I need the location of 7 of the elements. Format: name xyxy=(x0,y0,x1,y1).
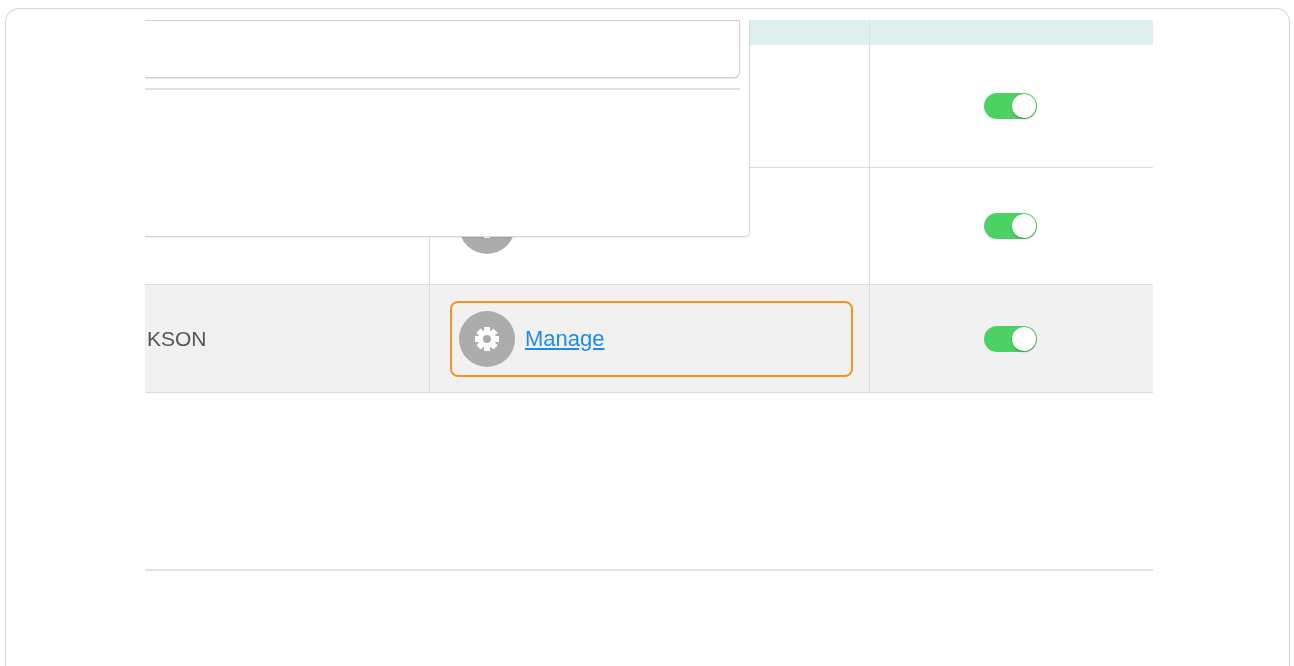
toggle-switch[interactable] xyxy=(984,213,1037,239)
gear-icon[interactable] xyxy=(459,310,515,367)
user-name: KSON xyxy=(146,326,207,351)
search-field[interactable] xyxy=(145,20,740,78)
toggle-switch[interactable] xyxy=(984,93,1037,119)
toggle-switch[interactable] xyxy=(984,325,1037,352)
manage-link[interactable]: Manage xyxy=(525,325,605,352)
